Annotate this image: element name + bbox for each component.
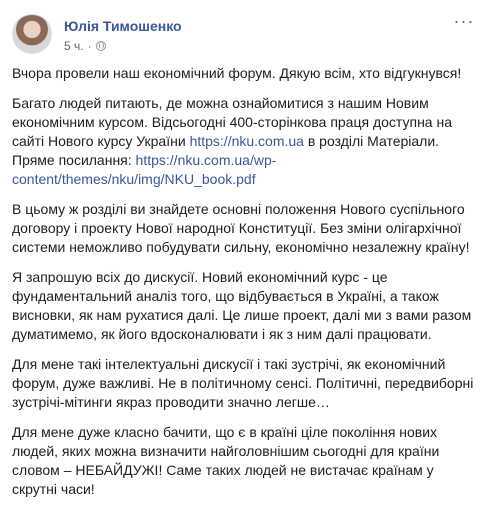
globe-icon[interactable] bbox=[95, 41, 106, 51]
post-paragraph-3: В цьому ж розділі ви знайдете основні по… bbox=[12, 201, 470, 255]
post-paragraph-5: Для мене такі інтелектуальні дискусії і … bbox=[12, 356, 474, 410]
post-body: Вчора провели наш економічний форум. Дяк… bbox=[12, 64, 478, 510]
post-header: Юлія Тимошенко 5 ч. · ··· bbox=[12, 12, 476, 60]
site-link[interactable]: https://nku.com.ua bbox=[190, 133, 304, 149]
post-meta: 5 ч. · bbox=[64, 39, 106, 53]
more-options-icon[interactable]: ··· bbox=[452, 12, 476, 34]
author-avatar[interactable] bbox=[12, 14, 52, 54]
author-name[interactable]: Юлія Тимошенко bbox=[64, 18, 182, 34]
post-paragraph-4: Я запрошую всіх до дискусії. Новий еконо… bbox=[12, 269, 472, 342]
post-timestamp[interactable]: 5 ч. bbox=[64, 39, 84, 53]
post-paragraph-2: Багато людей питають, де можна ознайомит… bbox=[12, 94, 478, 189]
post-paragraph-1: Вчора провели наш економічний форум. Дяк… bbox=[12, 65, 462, 81]
meta-separator: · bbox=[87, 39, 92, 53]
post-paragraph-6: Для мене дуже класно бачити, що є в краї… bbox=[12, 424, 440, 497]
facebook-post: Юлія Тимошенко 5 ч. · ··· Вчора провели … bbox=[0, 0, 488, 510]
